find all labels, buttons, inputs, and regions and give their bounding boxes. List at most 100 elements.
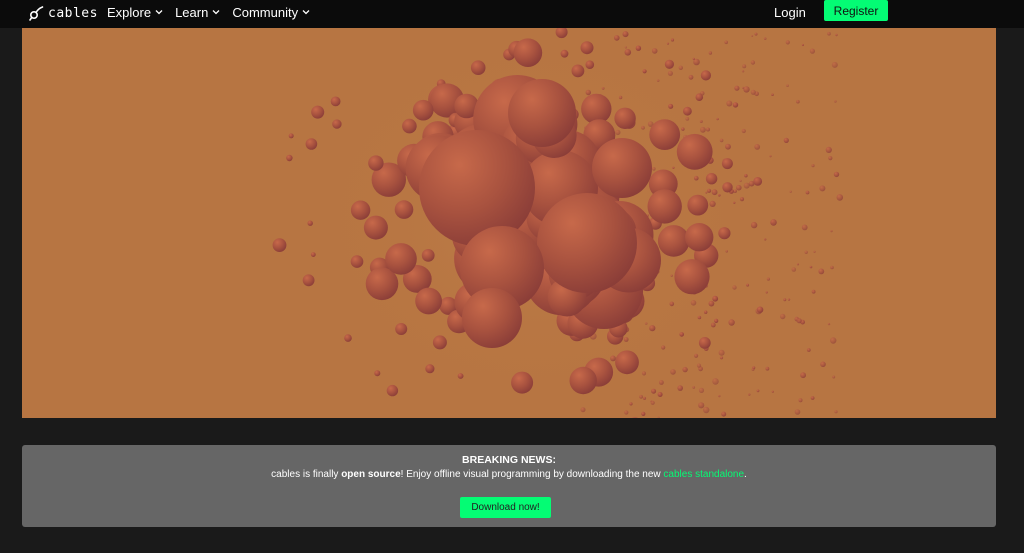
sphere [833, 171, 840, 178]
sphere [642, 69, 647, 74]
sphere [631, 417, 639, 418]
sphere [470, 60, 486, 75]
sphere [708, 300, 715, 307]
sphere [639, 394, 643, 399]
sphere [764, 238, 767, 241]
sphere [703, 406, 710, 414]
sphere [719, 138, 724, 143]
sphere [580, 41, 594, 55]
sphere [811, 289, 816, 294]
sphere [623, 337, 629, 342]
sphere [385, 243, 417, 275]
sphere [763, 37, 767, 40]
sphere [350, 200, 371, 220]
cables-logo-icon [29, 6, 44, 21]
sphere [718, 394, 721, 398]
sphere [669, 301, 675, 307]
sphere [756, 306, 764, 313]
breaking-news-panel: BREAKING NEWS: cables is finally open so… [22, 445, 996, 527]
hero-animation-canvas[interactable] [22, 28, 996, 418]
logo[interactable]: cables [28, 3, 98, 23]
download-now-button[interactable]: Download now! [460, 497, 551, 518]
register-button[interactable]: Register [824, 0, 888, 21]
sphere [742, 64, 747, 69]
sphere [742, 86, 745, 89]
sphere [674, 259, 710, 295]
top-navigation-bar: cables Explore Learn Community Login Reg… [0, 0, 1024, 28]
sphere [830, 337, 837, 344]
sphere [771, 390, 774, 393]
sphere [712, 295, 719, 302]
sphere [709, 200, 716, 207]
sphere [783, 298, 787, 302]
sphere [825, 146, 832, 153]
sphere [402, 118, 417, 134]
sphere [787, 298, 791, 301]
sphere [728, 319, 735, 326]
sphere [783, 137, 789, 143]
sphere [690, 300, 697, 306]
sphere [692, 57, 695, 61]
nav-learn[interactable]: Learn [175, 5, 220, 20]
sphere [770, 219, 777, 226]
sphere [678, 65, 683, 70]
sphere [614, 35, 620, 41]
sphere [305, 138, 318, 150]
sphere [585, 60, 595, 69]
cables-standalone-link[interactable]: cables standalone [663, 469, 744, 480]
nav-explore[interactable]: Explore [107, 5, 163, 20]
nav-community[interactable]: Community [232, 5, 310, 20]
sphere [615, 350, 639, 375]
sphere [813, 250, 816, 253]
sphere [695, 93, 704, 101]
sphere [827, 31, 831, 36]
sphere [748, 393, 751, 396]
sphere [302, 274, 315, 287]
sphere [288, 133, 294, 139]
news-text-bold: open source [341, 469, 401, 480]
sphere [642, 396, 647, 400]
nav-explore-label: Explore [107, 4, 152, 20]
sphere [651, 388, 657, 394]
sphere [750, 60, 756, 65]
sphere [592, 138, 652, 198]
sphere [457, 373, 464, 379]
sphere [310, 252, 316, 257]
sphere [685, 223, 714, 252]
sphere [828, 156, 833, 161]
sphere [743, 86, 750, 93]
sphere [705, 173, 718, 185]
logo-text: cables [48, 5, 98, 21]
sphere [820, 361, 826, 368]
news-title: BREAKING NEWS: [462, 454, 556, 466]
sphere [712, 378, 719, 385]
sphere [710, 322, 716, 328]
sphere [718, 227, 731, 240]
sphere [754, 144, 761, 150]
sphere [412, 99, 434, 121]
sphere [311, 105, 325, 119]
sphere [622, 31, 629, 38]
sphere [368, 155, 384, 171]
sphere [721, 411, 727, 417]
sphere [786, 84, 789, 87]
sphere [698, 402, 705, 409]
sphere [753, 177, 763, 186]
sphere [796, 318, 802, 324]
sphere [618, 95, 623, 100]
sphere [272, 238, 287, 253]
sphere [800, 372, 806, 379]
sphere [819, 185, 826, 192]
login-link[interactable]: Login [774, 5, 806, 20]
sphere [801, 224, 808, 231]
sphere [363, 215, 388, 240]
sphere [780, 313, 786, 320]
sphere [834, 100, 837, 103]
sphere [704, 310, 708, 314]
sphere [585, 89, 591, 96]
sphere [827, 322, 831, 326]
sphere [344, 334, 352, 342]
sphere [624, 46, 628, 49]
sphere [754, 32, 758, 36]
sphere [560, 49, 569, 58]
